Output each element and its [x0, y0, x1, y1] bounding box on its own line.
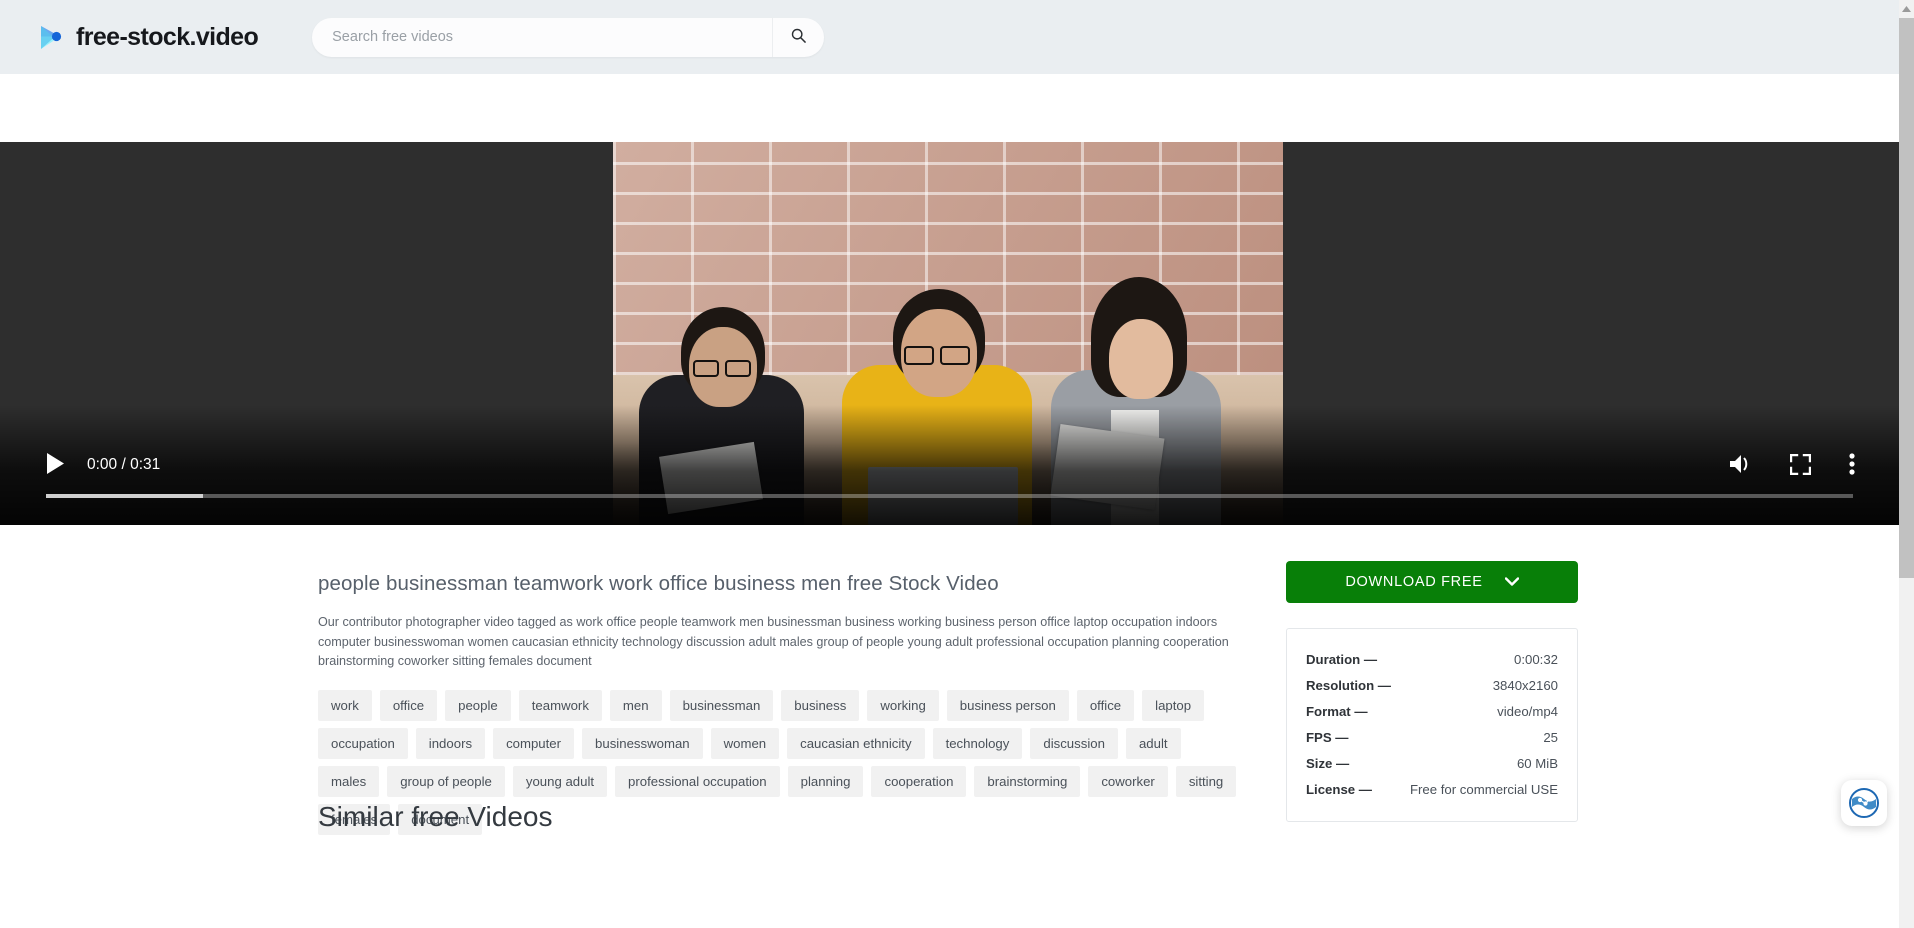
- tag-pill[interactable]: men: [609, 689, 662, 721]
- play-button[interactable]: [46, 452, 65, 478]
- download-button-label: DOWNLOAD FREE: [1345, 574, 1483, 590]
- video-details-column: people businessman teamwork work office …: [318, 572, 1248, 835]
- info-row: Size — 60 MiB: [1306, 750, 1558, 776]
- tag-pill[interactable]: young adult: [512, 765, 608, 797]
- video-description: Our contributor photographer video tagge…: [318, 615, 1229, 669]
- volume-button[interactable]: [1728, 453, 1752, 478]
- volume-on-icon: [1728, 453, 1752, 478]
- tag-pill[interactable]: discussion: [1030, 727, 1118, 759]
- info-row: Resolution — 3840x2160: [1306, 672, 1558, 698]
- info-row-key: Duration —: [1306, 651, 1378, 667]
- download-column: DOWNLOAD FREE Duration — 0:00:32 Resolutio…: [1286, 561, 1578, 822]
- info-row: License — Free for commercial USE: [1306, 776, 1558, 802]
- player-controls: 0:00 / 0:31: [0, 429, 1899, 525]
- video-info-card: Duration — 0:00:32 Resolution — 3840x2160 Fo…: [1286, 628, 1578, 822]
- page-root: free-stock.video Search free videos 0:00…: [0, 0, 1914, 928]
- tag-pill[interactable]: working: [867, 689, 939, 721]
- tag-pill[interactable]: computer: [493, 727, 575, 759]
- tag-pill[interactable]: people: [445, 689, 511, 721]
- tag-pill[interactable]: adult: [1125, 727, 1181, 759]
- tag-pill[interactable]: professional occupation: [615, 765, 780, 797]
- video-player[interactable]: 0:00 / 0:31: [0, 142, 1899, 525]
- fullscreen-icon: [1789, 453, 1812, 478]
- tag-pill[interactable]: businessman: [669, 689, 774, 721]
- more-vertical-icon: [1849, 453, 1855, 478]
- tag-pill[interactable]: group of people: [387, 765, 505, 797]
- tag-pill[interactable]: technology: [932, 727, 1023, 759]
- player-controls-left: 0:00 / 0:31: [46, 452, 160, 478]
- info-row-key: Size —: [1306, 755, 1350, 771]
- page-scrollbar[interactable]: [1899, 0, 1914, 928]
- tag-pill[interactable]: males: [318, 765, 380, 797]
- info-row-value: 0:00:32: [1514, 651, 1558, 667]
- info-row-value: 25: [1543, 729, 1558, 745]
- tag-pill[interactable]: indoors: [415, 727, 486, 759]
- info-row-value: video/mp4: [1497, 703, 1558, 719]
- tag-pill[interactable]: office: [379, 689, 438, 721]
- similar-videos-heading: Similar free Videos: [318, 801, 553, 832]
- info-row: FPS — 25: [1306, 724, 1558, 750]
- tag-pill[interactable]: work: [318, 689, 372, 721]
- play-icon: [46, 452, 65, 478]
- tag-pill[interactable]: occupation: [318, 727, 408, 759]
- tag-pill[interactable]: brainstorming: [974, 765, 1081, 797]
- scrollbar-up-arrow[interactable]: [1899, 0, 1914, 17]
- fullscreen-button[interactable]: [1789, 453, 1812, 478]
- search-bar[interactable]: [312, 17, 825, 57]
- player-time-display: 0:00 / 0:31: [87, 456, 161, 473]
- page-title: people businessman teamwork work office …: [318, 572, 999, 595]
- tag-pill[interactable]: women: [710, 727, 780, 759]
- info-row-key: Resolution —: [1306, 677, 1391, 693]
- info-row-value: 3840x2160: [1492, 677, 1558, 693]
- accessibility-widget-icon: [1849, 788, 1879, 818]
- info-row-key: License —: [1306, 781, 1372, 797]
- info-row-value: 60 MiB: [1516, 755, 1558, 771]
- tag-pill[interactable]: coworker: [1088, 765, 1168, 797]
- tag-pill[interactable]: business: [781, 689, 860, 721]
- tag-pill[interactable]: teamwork: [518, 689, 602, 721]
- site-logo-text: free-stock.video: [76, 22, 259, 51]
- video-progress-buffer: [46, 494, 204, 498]
- video-progress-bar[interactable]: [46, 494, 1853, 498]
- search-icon: [791, 28, 806, 46]
- more-options-button[interactable]: [1849, 453, 1855, 478]
- search-button[interactable]: [772, 17, 824, 57]
- chevron-down-icon: [1504, 574, 1519, 590]
- tag-pill[interactable]: planning: [787, 765, 864, 797]
- accessibility-widget-button[interactable]: [1841, 780, 1887, 826]
- site-header: free-stock.video: [0, 0, 1899, 74]
- search-input[interactable]: [312, 17, 773, 57]
- player-controls-right: [1728, 453, 1855, 478]
- scrollbar-thumb[interactable]: [1899, 18, 1914, 578]
- tag-pill[interactable]: cooperation: [871, 765, 967, 797]
- tag-pill[interactable]: sitting: [1175, 765, 1237, 797]
- tag-pill[interactable]: office: [1076, 689, 1135, 721]
- info-row-key: Format —: [1306, 703, 1368, 719]
- info-row-value: Free for commercial USE: [1409, 781, 1558, 797]
- info-row-key: FPS —: [1306, 729, 1349, 745]
- tag-pill[interactable]: caucasian ethnicity: [787, 727, 925, 759]
- info-row: Format — video/mp4: [1306, 698, 1558, 724]
- tag-pill[interactable]: laptop: [1142, 689, 1205, 721]
- tag-pill[interactable]: business person: [946, 689, 1069, 721]
- play-triangle-logo-icon: [36, 22, 67, 53]
- download-free-button[interactable]: DOWNLOAD FREE: [1286, 561, 1578, 603]
- site-logo[interactable]: free-stock.video: [36, 22, 259, 53]
- info-row: Duration — 0:00:32: [1306, 646, 1558, 672]
- tag-pill[interactable]: businesswoman: [582, 727, 703, 759]
